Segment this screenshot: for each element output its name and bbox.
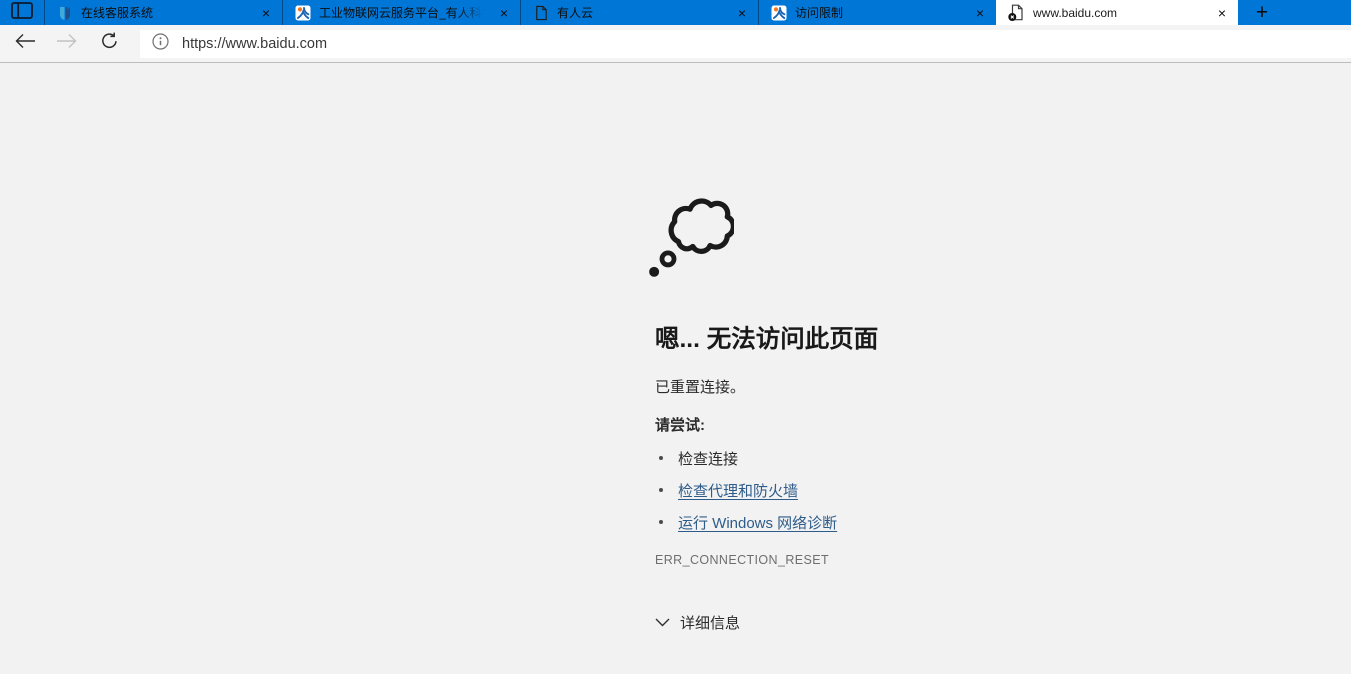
refresh-button[interactable] — [88, 27, 130, 61]
tab-title: 工业物联网云服务平台_有人科技 — [319, 6, 488, 20]
usr-logo-icon — [295, 5, 311, 21]
try-label: 请尝试: — [655, 417, 705, 434]
tab-title: 有人云 — [557, 6, 594, 20]
arrow-left-icon — [14, 33, 36, 54]
refresh-icon — [99, 31, 119, 56]
page-icon — [533, 5, 549, 21]
suggestion-check-connection: 检查连接 — [655, 448, 738, 469]
tab-iot-platform[interactable]: 工业物联网云服务平台_有人科技 × — [282, 0, 520, 25]
arrow-right-icon — [56, 33, 78, 54]
tab-access-restricted[interactable]: 访问限制 × — [758, 0, 996, 25]
bullet-icon — [659, 488, 663, 492]
forward-button[interactable] — [46, 27, 88, 61]
chevron-down-icon — [655, 614, 670, 632]
tab-usr-cloud[interactable]: 有人云 × — [520, 0, 758, 25]
plus-icon: + — [1255, 0, 1269, 24]
tab-preview-button[interactable] — [0, 0, 44, 25]
error-code: ERR_CONNECTION_RESET — [655, 553, 829, 567]
details-expander[interactable]: 详细信息 — [655, 612, 740, 633]
bullet-icon — [659, 456, 663, 460]
shield-logo-icon — [57, 5, 73, 21]
new-tab-button[interactable]: + — [1238, 0, 1286, 25]
run-windows-diagnostics-link[interactable]: 运行 Windows 网络诊断 — [678, 512, 837, 533]
tab-title: www.baidu.com — [1033, 5, 1118, 20]
thought-bubble-cloud-icon — [646, 190, 736, 285]
usr-logo-icon — [771, 5, 787, 21]
tab-preview-icon — [11, 1, 33, 24]
tab-close-icon[interactable]: × — [972, 4, 988, 22]
back-button[interactable] — [4, 27, 46, 61]
suggestion-text: 检查连接 — [678, 451, 739, 468]
details-label: 详细信息 — [680, 615, 741, 632]
url-input[interactable] — [182, 35, 782, 52]
tab-strip: 在线客服系统 × 工业物联网云服务平台_有人科技 × 有人云 × 访问限制 × … — [0, 0, 1351, 25]
tab-baidu-active[interactable]: www.baidu.com × — [996, 0, 1238, 25]
error-page-title: 嗯... 无法访问此页面 — [655, 326, 879, 353]
navigation-bar — [0, 25, 1351, 63]
tab-online-service[interactable]: 在线客服系统 × — [44, 0, 282, 25]
bullet-icon — [659, 520, 663, 524]
suggestion-check-proxy-firewall[interactable]: 检查代理和防火墙 — [655, 480, 798, 501]
tab-close-icon[interactable]: × — [496, 4, 512, 22]
suggestion-run-network-diagnostics[interactable]: 运行 Windows 网络诊断 — [655, 512, 837, 533]
tab-close-icon[interactable]: × — [734, 4, 750, 22]
check-proxy-firewall-link[interactable]: 检查代理和防火墙 — [678, 480, 798, 501]
tab-title: 在线客服系统 — [81, 6, 154, 20]
page-error-icon — [1008, 4, 1025, 21]
error-message: 已重置连接。 — [655, 379, 746, 396]
tab-title: 访问限制 — [795, 6, 844, 20]
address-bar[interactable] — [140, 29, 1351, 58]
info-icon[interactable] — [152, 32, 169, 55]
tab-close-icon[interactable]: × — [258, 4, 274, 22]
tab-close-icon[interactable]: × — [1214, 4, 1230, 22]
